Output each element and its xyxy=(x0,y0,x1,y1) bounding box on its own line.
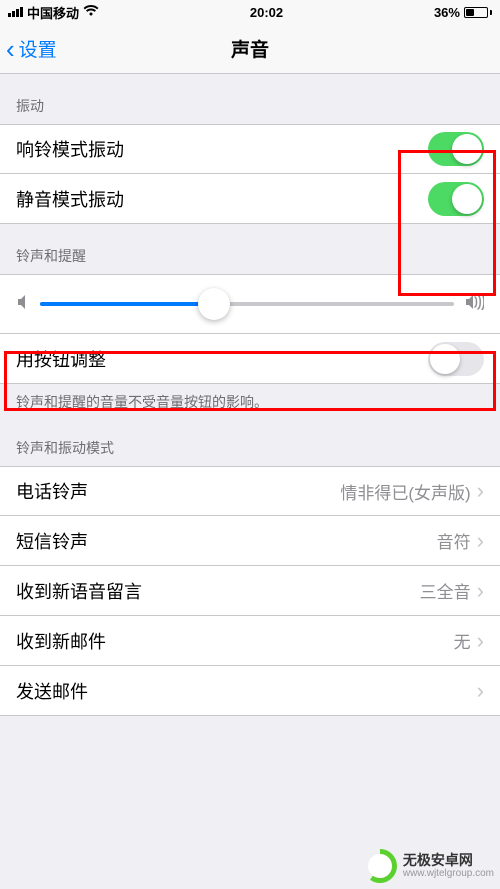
row-label: 收到新邮件 xyxy=(16,628,454,654)
switch-vibrate-silent[interactable] xyxy=(428,182,484,216)
row-label: 响铃模式振动 xyxy=(16,136,428,162)
wifi-icon xyxy=(83,4,99,20)
chevron-left-icon: ‹ xyxy=(6,36,15,62)
chevron-right-icon: › xyxy=(477,478,484,504)
chevron-right-icon: › xyxy=(477,578,484,604)
switch-vibrate-ring[interactable] xyxy=(428,132,484,166)
carrier-label: 中国移动 xyxy=(27,3,79,22)
slider-thumb[interactable] xyxy=(198,288,230,320)
nav-bar: ‹ 设置 声音 xyxy=(0,24,500,74)
row-volume-slider xyxy=(0,274,500,334)
row-change-with-buttons[interactable]: 用按钮调整 xyxy=(0,334,500,384)
row-label: 发送邮件 xyxy=(16,678,477,704)
signal-icon xyxy=(8,7,23,17)
ringer-group: 用按钮调整 xyxy=(0,274,500,384)
back-label: 设置 xyxy=(19,35,57,62)
row-label: 用按钮调整 xyxy=(16,346,428,372)
vibration-group: 响铃模式振动 静音模式振动 xyxy=(0,124,500,224)
battery-icon xyxy=(464,7,492,18)
row-label: 收到新语音留言 xyxy=(16,578,420,604)
volume-low-icon xyxy=(16,294,30,315)
row-vibrate-on-silent[interactable]: 静音模式振动 xyxy=(0,174,500,224)
status-time: 20:02 xyxy=(250,5,283,20)
section-vibration-header: 振动 xyxy=(0,74,500,124)
chevron-right-icon: › xyxy=(477,678,484,704)
row-value: 情非得已(女声版) xyxy=(340,479,470,504)
watermark: 无极安卓网 www.wjtelgroup.com xyxy=(363,849,494,883)
status-right: 36% xyxy=(434,5,492,20)
row-label: 静音模式振动 xyxy=(16,186,428,212)
volume-slider[interactable] xyxy=(40,302,454,306)
row-text-tone[interactable]: 短信铃声 音符 › xyxy=(0,516,500,566)
page-title: 声音 xyxy=(231,35,269,62)
row-label: 短信铃声 xyxy=(16,528,437,554)
buttons-footer-note: 铃声和提醒的音量不受音量按钮的影响。 xyxy=(0,384,500,416)
row-new-mail[interactable]: 收到新邮件 无 › xyxy=(0,616,500,666)
row-value: 无 xyxy=(454,628,471,653)
row-voicemail[interactable]: 收到新语音留言 三全音 › xyxy=(0,566,500,616)
chevron-right-icon: › xyxy=(477,628,484,654)
volume-high-icon xyxy=(464,294,484,315)
chevron-right-icon: › xyxy=(477,528,484,554)
status-left: 中国移动 xyxy=(8,3,99,22)
watermark-sub: www.wjtelgroup.com xyxy=(403,868,494,879)
watermark-logo-icon xyxy=(363,849,397,883)
row-label: 电话铃声 xyxy=(16,478,340,504)
switch-change-buttons[interactable] xyxy=(428,342,484,376)
row-value: 音符 xyxy=(437,528,471,553)
row-value: 三全音 xyxy=(420,578,471,603)
status-bar: 中国移动 20:02 36% xyxy=(0,0,500,24)
section-patterns-header: 铃声和振动模式 xyxy=(0,416,500,466)
watermark-title: 无极安卓网 xyxy=(403,853,494,868)
section-ringer-header: 铃声和提醒 xyxy=(0,224,500,274)
row-ringtone[interactable]: 电话铃声 情非得已(女声版) › xyxy=(0,466,500,516)
back-button[interactable]: ‹ 设置 xyxy=(0,35,57,62)
row-vibrate-on-ring[interactable]: 响铃模式振动 xyxy=(0,124,500,174)
patterns-group: 电话铃声 情非得已(女声版) › 短信铃声 音符 › 收到新语音留言 三全音 ›… xyxy=(0,466,500,716)
battery-percent: 36% xyxy=(434,5,460,20)
row-sent-mail[interactable]: 发送邮件 › xyxy=(0,666,500,716)
